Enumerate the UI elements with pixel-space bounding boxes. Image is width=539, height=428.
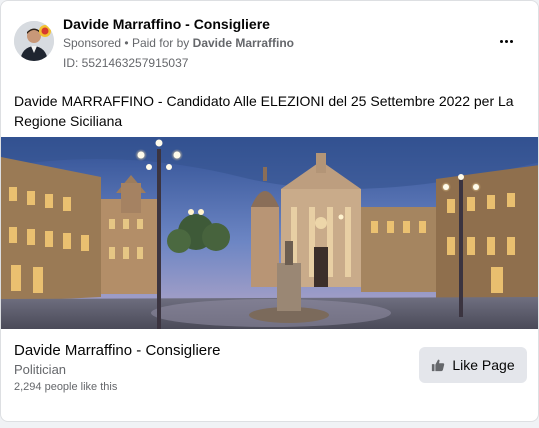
author-avatar[interactable]	[14, 21, 54, 61]
like-page-button[interactable]: Like Page	[419, 347, 527, 383]
ad-id: ID: 5521463257915037	[63, 56, 189, 70]
post-text: Davide MARRAFFINO - Candidato Alle ELEZI…	[14, 93, 514, 129]
like-page-label: Like Page	[452, 357, 515, 373]
thumbs-up-icon	[431, 358, 445, 372]
paid-for-prefix: Paid for by	[131, 36, 190, 50]
sponsored-label[interactable]: Sponsored	[63, 36, 121, 50]
page-card: Davide Marraffino - Consigliere Politici…	[1, 329, 538, 421]
meta-separator: •	[124, 36, 129, 50]
post-image[interactable]	[1, 137, 538, 329]
post-meta: Sponsored • Paid for by Davide Marraffin…	[63, 36, 294, 50]
page-like-count: 2,294 people like this	[14, 381, 118, 393]
page-category: Politician	[14, 362, 67, 377]
post-header: Davide Marraffino - Consigliere Sponsore…	[1, 1, 538, 77]
post-author-name[interactable]: Davide Marraffino - Consigliere	[63, 16, 270, 32]
sponsored-post-card: Davide Marraffino - Consigliere Sponsore…	[0, 0, 539, 422]
paid-for-name: Davide Marraffino	[192, 36, 295, 50]
more-options-icon[interactable]	[494, 31, 518, 51]
page-name[interactable]: Davide Marraffino - Consigliere	[14, 342, 220, 359]
